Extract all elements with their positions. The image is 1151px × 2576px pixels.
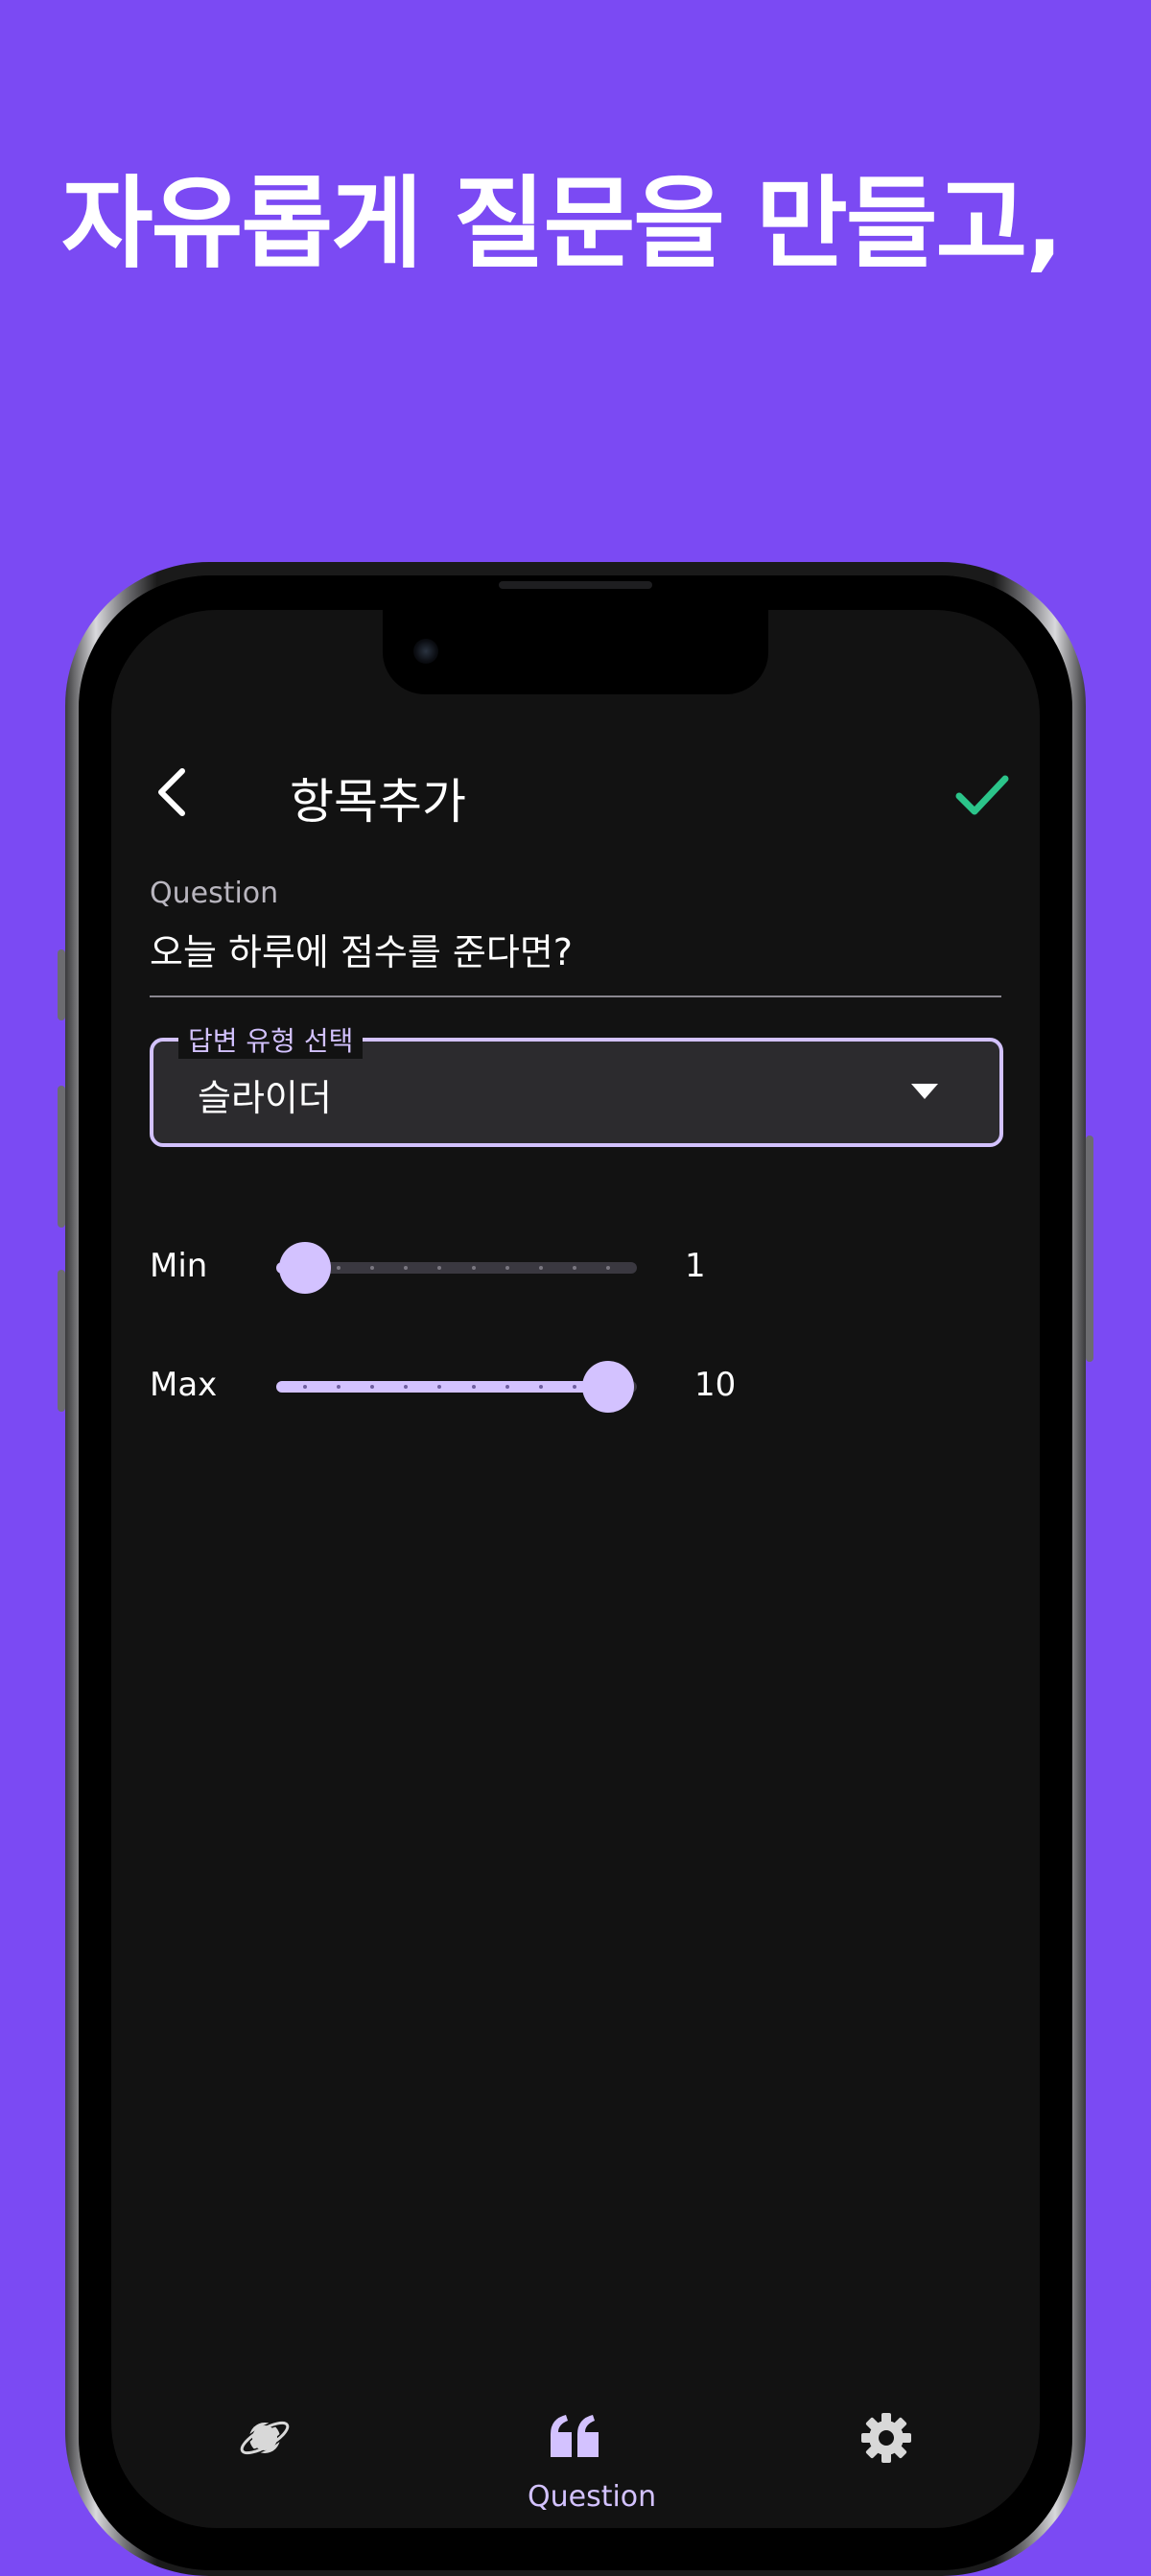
promo-headline: 자유롭게 질문을 만들고, [61, 165, 1064, 282]
gear-icon [861, 2413, 911, 2463]
max-slider-tick [538, 1385, 543, 1389]
caret-down-icon [911, 1084, 938, 1099]
answer-type-selected: 슬라이더 [198, 1077, 332, 1119]
answer-type-legend: 답변 유형 선택 [178, 1020, 364, 1059]
notch [383, 610, 768, 694]
min-label: Min [150, 1247, 208, 1285]
question-input[interactable]: 오늘 하루에 점수를 준다면? [150, 923, 573, 975]
min-slider-tick [606, 1266, 610, 1270]
nav-label-question: Question [528, 2480, 657, 2514]
check-icon [955, 775, 1009, 815]
min-slider-tick [572, 1266, 576, 1270]
min-slider-tick [437, 1266, 442, 1270]
nav-item-question[interactable] [549, 2413, 602, 2461]
camera [413, 639, 438, 664]
question-underline [150, 995, 1001, 997]
planet-icon [239, 2420, 291, 2456]
question-label: Question [150, 877, 279, 910]
min-slider-tick [404, 1266, 409, 1270]
max-label: Max [150, 1366, 218, 1404]
answer-type-dropdown[interactable]: 답변 유형 선택 슬라이더 [150, 1020, 1003, 1147]
nav-item-explore[interactable] [238, 2411, 292, 2465]
max-slider-tick [505, 1385, 509, 1389]
page-title: 항목추가 [290, 774, 466, 830]
back-button[interactable] [150, 765, 198, 819]
min-slider-tick [337, 1266, 341, 1270]
max-slider-tick [471, 1385, 476, 1389]
quote-icon [551, 2415, 599, 2457]
save-button[interactable] [955, 773, 1009, 817]
nav-item-settings[interactable] [859, 2411, 913, 2465]
max-slider-tick [303, 1385, 307, 1389]
min-slider-tick [370, 1266, 375, 1270]
min-slider-tick [471, 1266, 476, 1270]
max-slider-thumb[interactable] [582, 1361, 634, 1413]
max-slider-active-range [276, 1381, 608, 1393]
min-slider-tick [505, 1266, 509, 1270]
chevron-left-icon [158, 768, 185, 816]
max-slider-tick [572, 1385, 576, 1389]
phone-screen: 항목추가 Question 오늘 하루에 점수를 준다면? 답변 유형 선택 슬… [111, 610, 1040, 2528]
max-value: 10 [694, 1366, 737, 1404]
min-value: 1 [685, 1247, 706, 1285]
min-slider-tick [538, 1266, 543, 1270]
min-slider-thumb[interactable] [279, 1242, 331, 1294]
